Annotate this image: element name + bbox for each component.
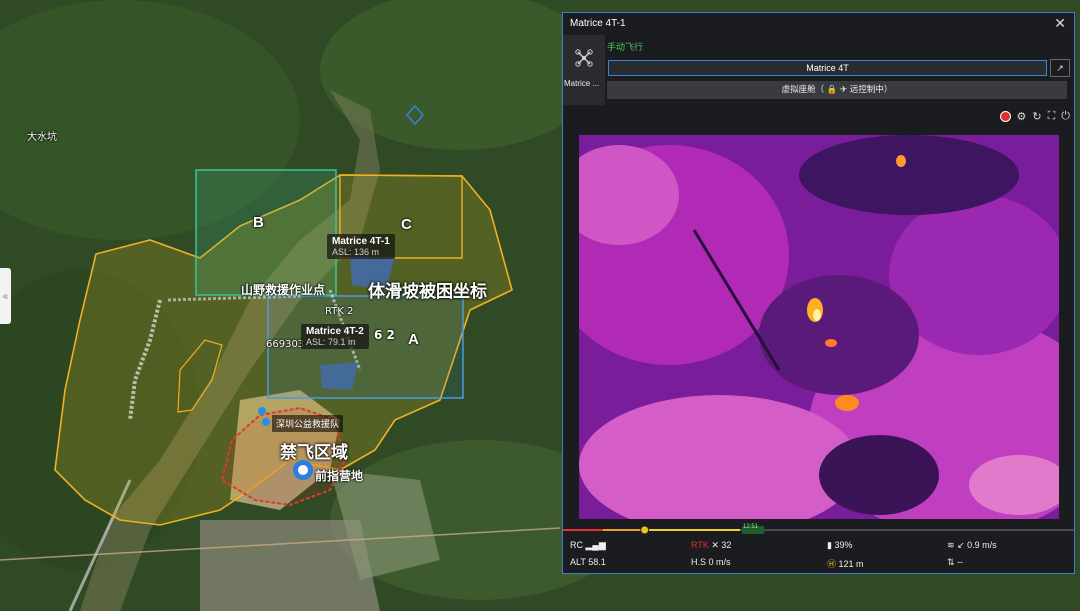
hs-label: H.S xyxy=(691,557,707,567)
drone-tag[interactable]: Matrice 4T-1 ASL: 136 m xyxy=(327,234,395,259)
fullscreen-icon[interactable]: ⛶ xyxy=(1048,110,1056,123)
panel-header: Matrice 4T-1 ✕ xyxy=(563,13,1074,35)
hs-value: 0 m/s xyxy=(708,557,731,567)
rtk-label: RTK xyxy=(691,540,709,550)
altitude-status: ALT 58.1 xyxy=(570,557,606,567)
device-panel: Matrice 4T-1 ✕ Matrice ... 手动飞行 Matrice … xyxy=(562,12,1075,574)
home-icon: Ⓗ xyxy=(827,559,837,569)
drone-name: Matrice 4T-1 xyxy=(332,236,390,247)
home-distance-value: 121 m xyxy=(838,559,864,569)
alt-label: ALT xyxy=(570,557,586,567)
video-toolbar: ⚙ ↻ ⛶ ⏻ xyxy=(999,110,1070,123)
share-button[interactable]: ↗ xyxy=(1050,59,1070,77)
place-label: 大水坑 xyxy=(27,132,57,143)
drone-altitude: ASL: 79.1 m xyxy=(306,337,356,347)
power-icon[interactable]: ⏻ xyxy=(1061,110,1070,123)
zone-b-label: B xyxy=(253,214,264,231)
refresh-icon[interactable]: ↻ xyxy=(1032,110,1041,123)
record-icon[interactable] xyxy=(999,111,1011,122)
rc-signal: RC ▂▄▆ xyxy=(570,540,606,551)
drone-altitude: ASL: 136 m xyxy=(332,247,380,257)
satellite-icon: ✕ xyxy=(711,540,719,550)
vertical-speed-icon: ⇅ xyxy=(947,557,955,567)
thermal-video-feed[interactable] xyxy=(579,135,1059,519)
vertical-speed: ⇅ -- xyxy=(947,557,963,568)
signal-icon: ▂▄▆ xyxy=(585,540,606,550)
horizontal-speed: H.S 0 m/s xyxy=(691,557,731,567)
drone-tag[interactable]: Matrice 4T-2 ASL: 79.1 m xyxy=(301,324,369,349)
num-fragment: 6 2 xyxy=(374,328,395,342)
panel-title: Matrice 4T-1 xyxy=(570,18,626,29)
settings-icon[interactable]: ⚙ xyxy=(1017,110,1027,123)
flight-mode: 手动飞行 xyxy=(607,43,644,53)
wind-value: ↙ 0.9 m/s xyxy=(957,540,997,550)
no-fly-zone-label: 禁飞区域 xyxy=(280,443,348,463)
thumb-caption: Matrice ... xyxy=(564,79,600,88)
wind-status: ≋ ↙ 0.9 m/s xyxy=(947,540,997,551)
rtk-value: 32 xyxy=(721,540,732,550)
coord-fragment: 669303 xyxy=(266,339,305,350)
rtk-status: RTK ✕ 32 xyxy=(691,540,731,551)
device-thumbnail[interactable]: Matrice ... xyxy=(563,35,605,105)
zone-c-label: C xyxy=(401,216,412,233)
cockpit-status-button[interactable]: 虚拟座舱（ 🔒 ✈ 远控制中） xyxy=(607,81,1067,99)
zone-a-label: A xyxy=(408,331,419,348)
alt-value: 58.1 xyxy=(588,557,606,567)
rtk-fragment: RTK 2 xyxy=(325,306,354,317)
drone-icon xyxy=(575,49,593,67)
rescue-area-label: 山野救援作业点 xyxy=(241,283,326,297)
vs-value: -- xyxy=(957,557,964,567)
battery-value: 39% xyxy=(834,540,853,550)
timeline-marker: 12:51 xyxy=(743,524,759,530)
team-label: 深圳公益救援队 xyxy=(272,415,344,432)
battery-status: ▮ 39% xyxy=(827,540,852,551)
forward-camp-label: 前指营地 xyxy=(315,469,364,483)
device-name-field[interactable]: Matrice 4T xyxy=(608,60,1047,76)
close-icon[interactable]: ✕ xyxy=(1054,15,1066,32)
share-icon: ↗ xyxy=(1056,63,1064,73)
zone-b xyxy=(195,169,337,296)
drone-name: Matrice 4T-2 xyxy=(306,326,364,337)
collapse-sidebar-button[interactable]: « xyxy=(0,268,11,324)
landslide-label: 体滑坡被困坐标 xyxy=(368,282,487,302)
wind-icon: ≋ xyxy=(947,540,955,550)
home-distance: Ⓗ 121 m xyxy=(827,557,864,570)
rc-label: RC xyxy=(570,540,583,550)
flight-timeline[interactable] xyxy=(563,525,1074,535)
battery-icon: ▮ xyxy=(827,540,832,550)
